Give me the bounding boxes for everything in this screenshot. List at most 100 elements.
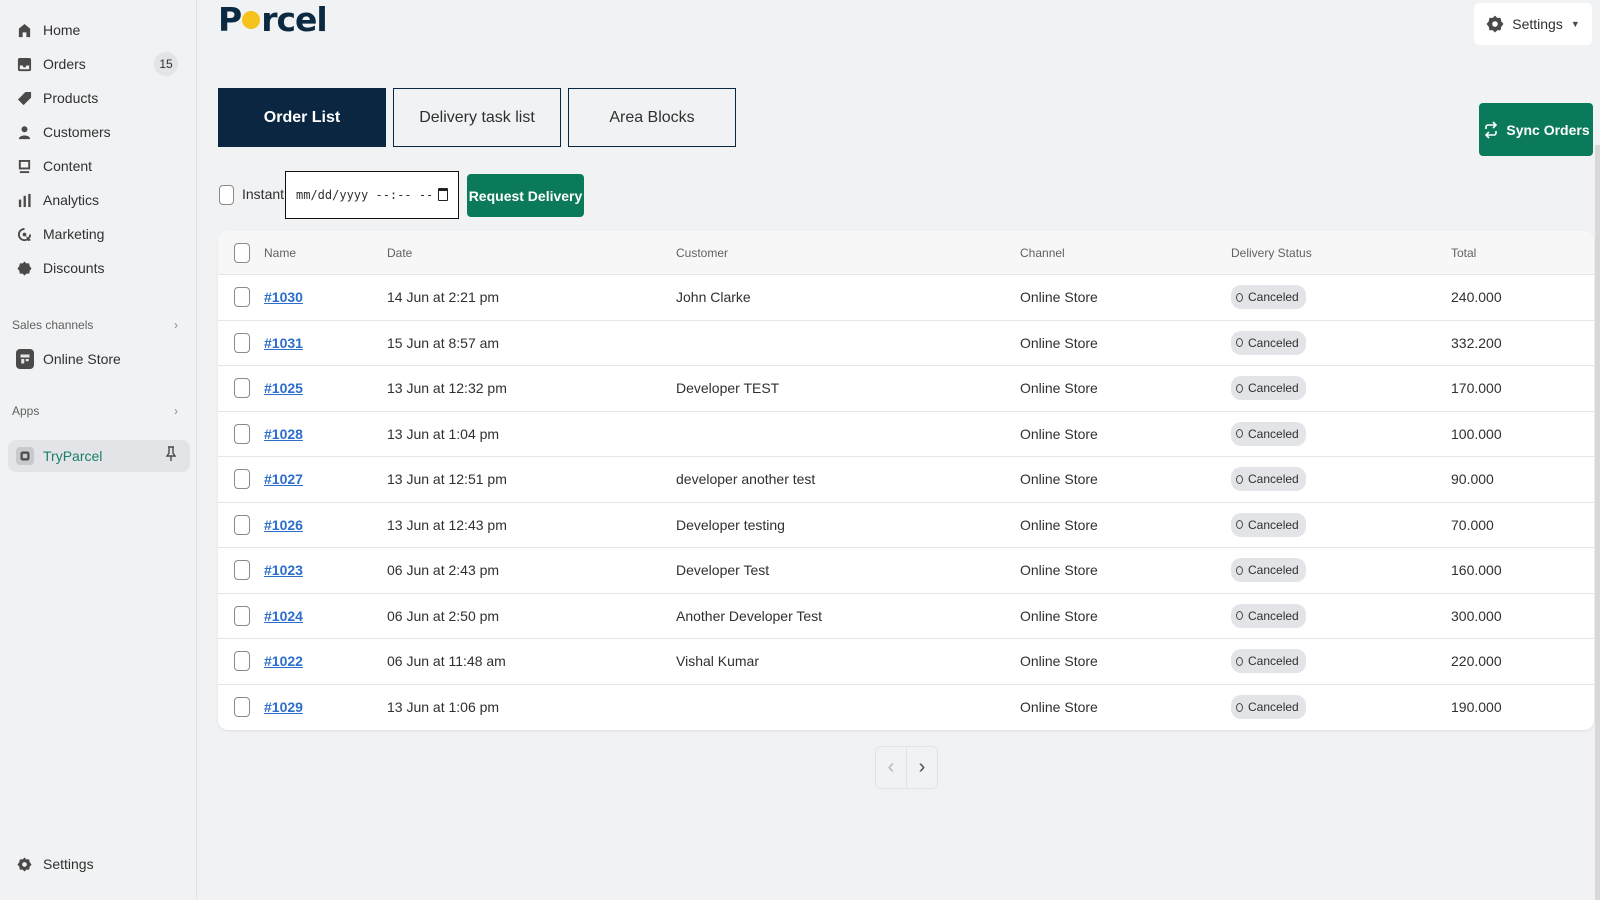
- sidebar-item-products[interactable]: Products: [8, 84, 190, 112]
- person-icon: [16, 124, 32, 140]
- table-body: #1030 14 Jun at 2:21 pm John Clarke Online …: [218, 275, 1594, 730]
- instant-checkbox[interactable]: [219, 185, 234, 205]
- order-date: 13 Jun at 12:51 pm: [387, 471, 507, 488]
- row-checkbox[interactable]: [234, 423, 250, 444]
- row-checkbox[interactable]: [234, 560, 250, 581]
- sidebar-item-label: Discounts: [43, 260, 105, 276]
- sidebar-item-tryparcel[interactable]: TryParcel: [8, 440, 190, 472]
- order-link[interactable]: #1030: [264, 289, 303, 305]
- order-total: 90.000: [1451, 471, 1494, 488]
- table-row[interactable]: #1030 14 Jun at 2:21 pm John Clarke Online …: [218, 275, 1594, 321]
- row-checkbox[interactable]: [234, 332, 250, 353]
- status-badge: Canceled: [1231, 467, 1306, 492]
- home-icon: [16, 22, 32, 38]
- table-row[interactable]: #1027 13 Jun at 12:51 pm developer another…: [218, 457, 1594, 503]
- sidebar-item-settings[interactable]: Settings: [8, 850, 190, 878]
- sidebar-item-online-store[interactable]: Online Store: [8, 345, 190, 373]
- calendar-icon[interactable]: [438, 188, 448, 201]
- table-row[interactable]: #1025 13 Jun at 12:32 pm Developer TEST Onl…: [218, 366, 1594, 412]
- order-link[interactable]: #1028: [264, 426, 303, 442]
- sidebar-item-label: Customers: [43, 124, 111, 140]
- table-row[interactable]: #1029 13 Jun at 1:06 pm Online Store Cancel…: [218, 685, 1594, 731]
- order-total: 100.000: [1451, 425, 1502, 442]
- tab-delivery-task-list[interactable]: Delivery task list: [393, 88, 561, 147]
- order-link[interactable]: #1026: [264, 517, 303, 533]
- order-total: 70.000: [1451, 516, 1494, 533]
- order-total: 300.000: [1451, 607, 1502, 624]
- table-row[interactable]: #1028 13 Jun at 1:04 pm Online Store Cancel…: [218, 412, 1594, 457]
- sidebar-item-label: Content: [43, 158, 93, 174]
- pin-icon[interactable]: [164, 446, 178, 462]
- status-text: Canceled: [1248, 517, 1299, 532]
- tag-icon: [16, 90, 32, 106]
- sidebar-item-orders[interactable]: Orders 15: [8, 50, 190, 78]
- status-ring-icon: [1236, 702, 1243, 712]
- gear-icon: [1486, 15, 1504, 33]
- sidebar-item-analytics[interactable]: Analytics: [8, 186, 190, 214]
- sidebar-item-customers[interactable]: Customers: [8, 118, 190, 146]
- sales-channels-header[interactable]: Sales channels ›: [12, 318, 182, 332]
- order-link[interactable]: #1022: [264, 653, 303, 669]
- tab-area-blocks[interactable]: Area Blocks: [568, 88, 736, 147]
- apps-header[interactable]: Apps ›: [12, 404, 182, 418]
- order-link[interactable]: #1024: [264, 608, 303, 624]
- column-header-total[interactable]: Total: [1451, 231, 1476, 274]
- page-scrollbar[interactable]: [1595, 145, 1600, 900]
- table-row[interactable]: #1026 13 Jun at 12:43 pm Developer testing…: [218, 503, 1594, 548]
- previous-page-button[interactable]: ‹: [876, 747, 907, 788]
- table-header: Name Date Customer Channel Delivery Stat…: [218, 231, 1594, 275]
- status-ring-icon: [1236, 611, 1243, 621]
- target-icon: [16, 226, 32, 242]
- status-ring-icon: [1236, 565, 1243, 575]
- sidebar-item-discounts[interactable]: Discounts: [8, 254, 190, 282]
- order-link[interactable]: #1029: [264, 699, 303, 715]
- sidebar-item-marketing[interactable]: Marketing: [8, 220, 190, 248]
- column-header-delivery-status[interactable]: Delivery Status: [1231, 231, 1312, 274]
- order-link[interactable]: #1027: [264, 471, 303, 487]
- column-header-name[interactable]: Name: [264, 231, 296, 274]
- order-customer: Another Developer Test: [676, 607, 823, 624]
- order-customer: Developer TEST: [676, 380, 780, 397]
- table-row[interactable]: #1023 06 Jun at 2:43 pm Developer Test Onli…: [218, 548, 1594, 594]
- order-link[interactable]: #1023: [264, 562, 303, 578]
- row-checkbox[interactable]: [234, 514, 250, 535]
- status-badge: Canceled: [1231, 330, 1306, 355]
- status-badge: Canceled: [1231, 285, 1306, 310]
- app-icon: [16, 447, 34, 465]
- select-all-checkbox[interactable]: [234, 242, 250, 263]
- row-checkbox[interactable]: [234, 378, 250, 399]
- column-header-channel[interactable]: Channel: [1020, 231, 1065, 274]
- sidebar-item-label: TryParcel: [43, 448, 103, 464]
- order-customer: Developer testing: [676, 516, 785, 533]
- table-row[interactable]: #1022 06 Jun at 11:48 am Vishal Kumar Onlin…: [218, 639, 1594, 685]
- column-header-date[interactable]: Date: [387, 231, 412, 274]
- row-checkbox[interactable]: [234, 287, 250, 308]
- order-link[interactable]: #1031: [264, 335, 303, 351]
- table-row[interactable]: #1024 06 Jun at 2:50 pm Another Developer …: [218, 594, 1594, 639]
- parcel-logo: Prcel: [218, 0, 328, 39]
- sidebar-item-label: Home: [43, 22, 81, 38]
- delivery-datetime-input[interactable]: mm/dd/yyyy --:-- --: [285, 171, 459, 219]
- row-checkbox[interactable]: [234, 651, 250, 672]
- row-checkbox[interactable]: [234, 469, 250, 490]
- next-page-button[interactable]: ›: [907, 747, 937, 788]
- status-text: Canceled: [1248, 335, 1299, 350]
- pagination: ‹ ›: [875, 746, 938, 789]
- datetime-placeholder: mm/dd/yyyy --:-- --: [296, 188, 434, 202]
- sidebar-item-home[interactable]: Home: [8, 16, 190, 44]
- row-checkbox[interactable]: [234, 697, 250, 718]
- status-text: Canceled: [1248, 426, 1299, 441]
- sync-orders-button[interactable]: Sync Orders: [1479, 103, 1593, 156]
- row-checkbox[interactable]: [234, 605, 250, 626]
- status-badge: Canceled: [1231, 512, 1306, 537]
- instant-label: Instant: [242, 186, 285, 202]
- order-link[interactable]: #1025: [264, 380, 303, 396]
- request-delivery-button[interactable]: Request Delivery: [467, 174, 584, 217]
- status-ring-icon: [1236, 429, 1243, 439]
- column-header-customer[interactable]: Customer: [676, 231, 728, 274]
- table-row[interactable]: #1031 15 Jun at 8:57 am Online Store Cancel…: [218, 321, 1594, 366]
- sidebar-item-content[interactable]: Content: [8, 152, 190, 180]
- settings-dropdown-button[interactable]: Settings ▼: [1474, 3, 1592, 45]
- order-total: 190.000: [1451, 699, 1502, 716]
- tab-order-list[interactable]: Order List: [218, 88, 386, 147]
